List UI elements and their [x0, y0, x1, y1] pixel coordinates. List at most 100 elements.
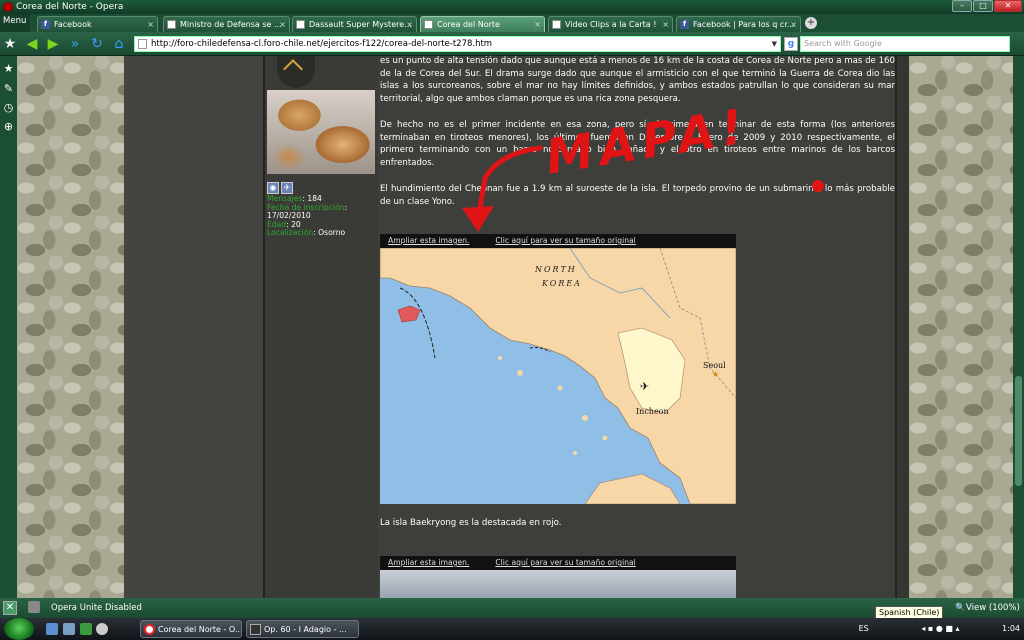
- taskbar-item-opera[interactable]: Corea del Norte - O...: [140, 620, 242, 638]
- notes-icon[interactable]: ✎: [2, 82, 15, 95]
- add-panel-icon[interactable]: ⊕: [2, 120, 15, 133]
- location-label: Localización: [267, 228, 314, 238]
- quicklaunch-app-icon[interactable]: [80, 623, 92, 635]
- close-tab-icon[interactable]: ×: [147, 17, 154, 32]
- switch-windows-icon[interactable]: [63, 623, 75, 635]
- google-icon[interactable]: g: [784, 37, 798, 51]
- tab-video-clips[interactable]: Video Clips a la Carta ! ×: [548, 16, 673, 32]
- new-tab-button[interactable]: +: [805, 17, 817, 29]
- bookmarks-icon[interactable]: ★: [2, 62, 15, 75]
- search-input[interactable]: Search with Google: [800, 36, 1010, 52]
- clock[interactable]: 1:04: [1002, 624, 1020, 633]
- forum-content: ◉ ✈ Mensajes: 184 Fecha de inscripción: 1…: [124, 56, 909, 598]
- poster-info: ◉ ✈ Mensajes: 184 Fecha de inscripción: 1…: [265, 56, 378, 598]
- history-icon[interactable]: ◷: [2, 101, 15, 114]
- document-icon: [296, 20, 305, 29]
- location-value: : Osorno: [313, 228, 346, 238]
- enlarge-image-link[interactable]: Ampliar esta imagen.: [388, 236, 469, 245]
- tab-dassault[interactable]: Dassault Super Mystere... ×: [292, 16, 417, 32]
- image-links-2: Ampliar esta imagen. Clic aquí para ver s…: [380, 556, 736, 570]
- tab-facebook-para[interactable]: f Facebook | Para los q cr... ×: [676, 16, 801, 32]
- map-caption: La isla Baekryong es la destacada en roj…: [380, 518, 562, 528]
- tab-label: Video Clips a la Carta !: [565, 20, 657, 29]
- minimize-button[interactable]: –: [952, 0, 972, 12]
- address-field[interactable]: http://foro-chiledefensa-cl.foro-chile.n…: [134, 36, 781, 52]
- close-tab-icon[interactable]: ×: [406, 17, 413, 32]
- opera-window: Corea del Norte - Opera – □ ✕ Menu f Fac…: [0, 0, 1024, 640]
- close-button[interactable]: ✕: [994, 0, 1022, 12]
- close-tab-icon[interactable]: ×: [279, 17, 286, 32]
- opera-icon: [144, 624, 155, 635]
- document-icon: [424, 20, 433, 29]
- page-icon: [138, 39, 147, 49]
- avatar: [267, 90, 375, 174]
- map-city-seoul: Seoul: [703, 361, 726, 370]
- opera-icon: [3, 2, 13, 12]
- star-icon[interactable]: ★: [2, 36, 18, 52]
- second-image-frame: Ampliar esta imagen. Clic aquí para ver s…: [380, 556, 736, 598]
- facebook-icon: f: [41, 20, 50, 29]
- profile-icons: ◉ ✈: [267, 182, 295, 194]
- join-date-separator: :: [344, 202, 347, 212]
- page-background-right: [909, 56, 1013, 598]
- home-button[interactable]: ⌂: [111, 36, 127, 52]
- windows-taskbar: Corea del Norte - O... Op. 60 - I Adagio…: [0, 618, 1024, 640]
- vertical-scrollbar[interactable]: [1013, 56, 1024, 598]
- close-tab-icon[interactable]: ×: [534, 17, 541, 32]
- poster-stats: Mensajes: 184 Fecha de inscripción: 17/0…: [267, 194, 377, 238]
- tab-corea-del-norte[interactable]: Corea del Norte ×: [420, 16, 545, 32]
- taskbar-item-music[interactable]: Op. 60 - I Adagio - ...: [246, 620, 359, 638]
- tab-label: Facebook | Para los q cr...: [693, 20, 795, 29]
- search-box: g Search with Google: [784, 36, 1010, 52]
- map-label-north: NORTH: [534, 265, 577, 274]
- tab-label: Dassault Super Mystere...: [309, 20, 412, 29]
- tools-icon[interactable]: ✕: [3, 601, 17, 615]
- media-icon: [250, 624, 261, 635]
- tab-label: Corea del Norte: [437, 20, 500, 29]
- zoom-icon[interactable]: 🔍: [955, 598, 966, 618]
- document-icon: [552, 20, 561, 29]
- facebook-icon: f: [680, 20, 689, 29]
- start-button[interactable]: [4, 618, 34, 640]
- star-icon: ★: [712, 370, 719, 379]
- original-size-link-2[interactable]: Clic aquí para ver su tamaño original: [495, 558, 635, 567]
- unite-status[interactable]: Opera Unite Disabled: [51, 598, 142, 618]
- maximize-button[interactable]: □: [973, 0, 993, 12]
- close-tab-icon[interactable]: ×: [662, 17, 669, 32]
- forward-button[interactable]: ▶: [45, 36, 61, 52]
- zoom-level[interactable]: View (100%): [966, 598, 1020, 618]
- language-indicator[interactable]: ES: [859, 624, 869, 633]
- navigation-bar: ★ ◀ ▶ » ↻ ⌂ http://foro-chiledefensa-cl.…: [0, 32, 1024, 56]
- chevron-down-icon[interactable]: ▼: [772, 37, 777, 51]
- tray-icons[interactable]: ◂ ▪ ● ■ ▴: [921, 624, 959, 633]
- message-icon[interactable]: ✈: [281, 182, 293, 194]
- original-size-link[interactable]: Clic aquí para ver su tamaño original: [495, 236, 635, 245]
- status-bar: ✕ Opera Unite Disabled 🔍 View (100%): [0, 598, 1024, 618]
- airplane-icon: ✈: [640, 380, 649, 393]
- reload-button[interactable]: ↻: [89, 36, 105, 52]
- quicklaunch-icon[interactable]: [96, 623, 108, 635]
- tab-bar: Menu f Facebook × Ministro de Defensa se…: [0, 14, 1024, 32]
- back-button[interactable]: ◀: [24, 36, 40, 52]
- map-image-frame: Ampliar esta imagen. Clic aquí para ver s…: [380, 234, 736, 504]
- close-tab-icon[interactable]: ×: [790, 17, 797, 32]
- tab-ministro[interactable]: Ministro de Defensa se ... ×: [163, 16, 290, 32]
- menu-button[interactable]: Menu: [0, 14, 30, 32]
- second-image[interactable]: [380, 570, 736, 598]
- korea-map[interactable]: NORTH KOREA Seoul ★ Incheon ✈: [380, 248, 736, 504]
- scroll-thumb[interactable]: [1015, 376, 1022, 486]
- unite-icon[interactable]: [28, 601, 40, 613]
- show-desktop-icon[interactable]: [46, 623, 58, 635]
- window-controls: – □ ✕: [952, 0, 1022, 13]
- tab-label: Facebook: [54, 20, 92, 29]
- forum-left-column: [124, 56, 265, 598]
- enlarge-image-link-2[interactable]: Ampliar esta imagen.: [388, 558, 469, 567]
- system-tray: ES ◂ ▪ ● ■ ▴ 1:04: [859, 618, 1020, 640]
- profile-icon[interactable]: ◉: [267, 182, 279, 194]
- tab-label: Ministro de Defensa se ...: [180, 20, 282, 29]
- taskbar-item-label: Op. 60 - I Adagio - ...: [264, 625, 347, 634]
- page-background-left: [17, 56, 124, 598]
- window-title: Corea del Norte - Opera: [16, 2, 124, 12]
- tab-facebook[interactable]: f Facebook ×: [37, 16, 158, 32]
- fast-forward-button[interactable]: »: [67, 36, 83, 52]
